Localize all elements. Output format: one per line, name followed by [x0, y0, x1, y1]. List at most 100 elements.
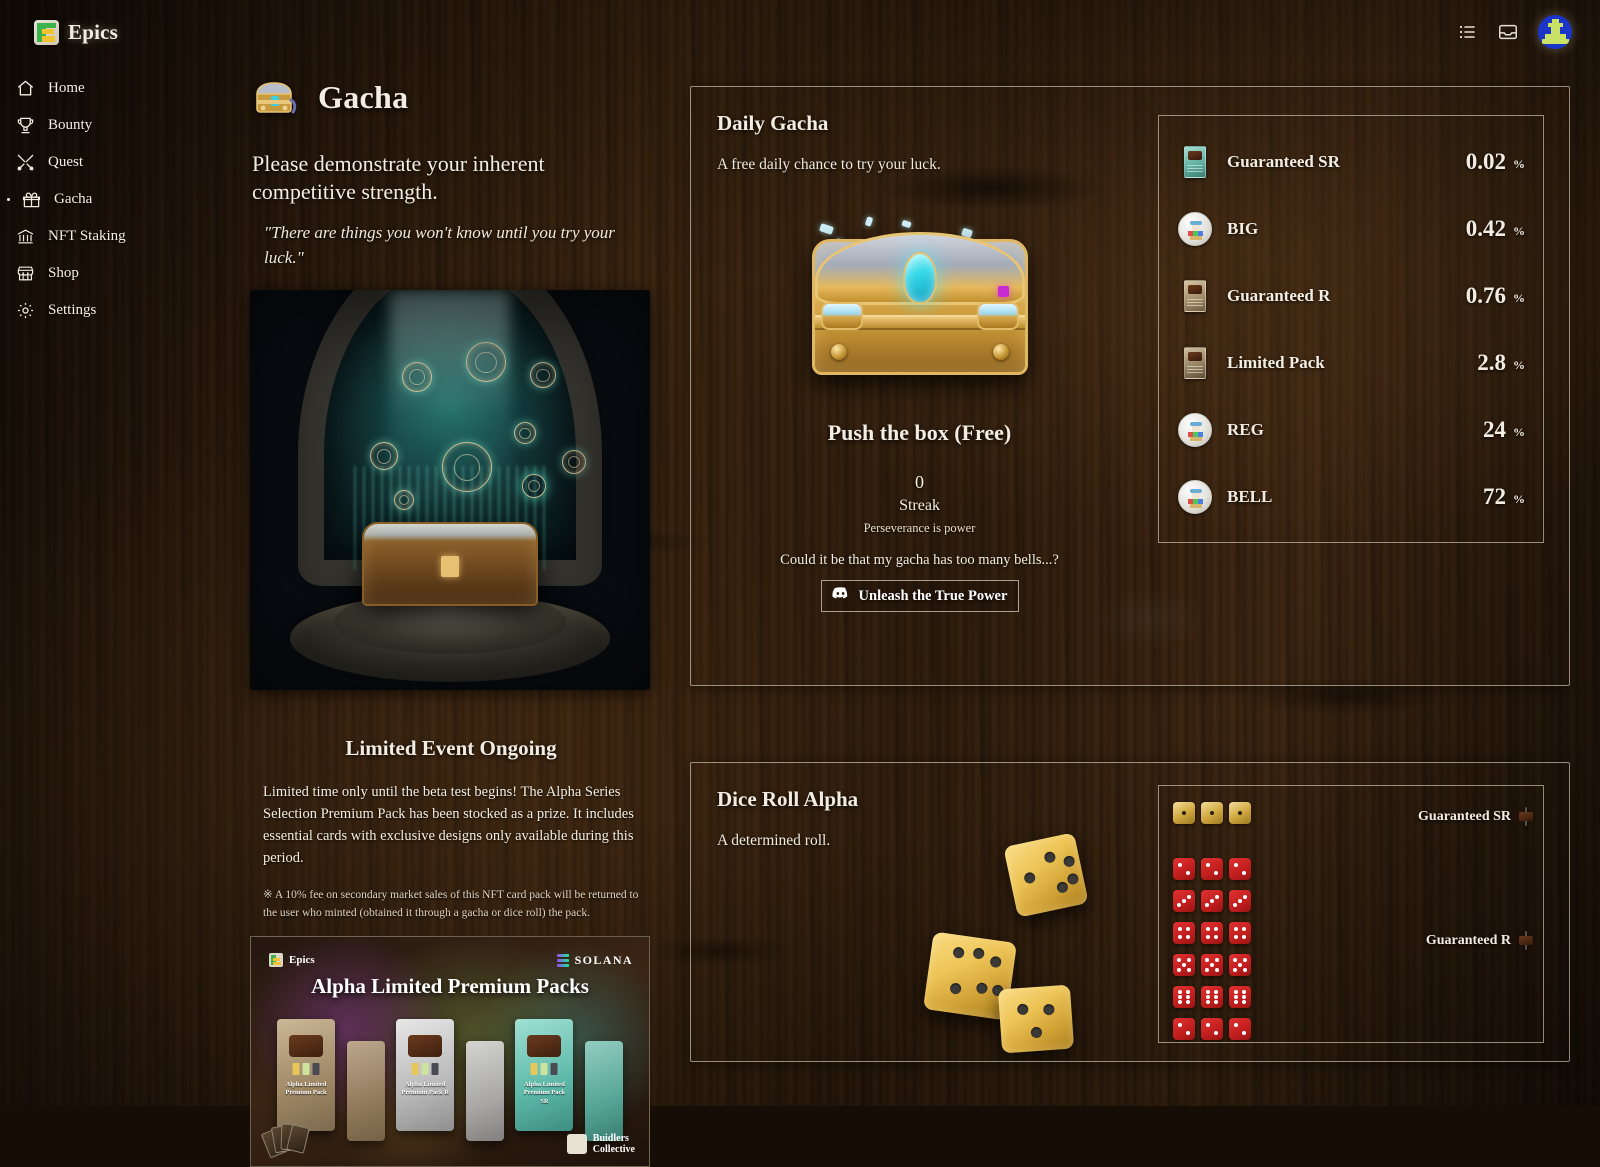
die-5-red-icon [1201, 954, 1223, 976]
die-2-red-icon [1229, 1018, 1251, 1040]
page-title: Gacha [318, 79, 408, 116]
unleash-true-power-button[interactable]: Unleash the True Power [821, 580, 1019, 612]
push-the-box-label[interactable]: Push the box (Free) [691, 420, 1148, 446]
prob-unit: % [1513, 358, 1525, 376]
avatar[interactable] [1538, 15, 1572, 49]
sidebar-item-settings[interactable]: Settings [0, 292, 250, 329]
die-4-red-icon [1173, 922, 1195, 944]
streak-value: 0 [691, 472, 1148, 493]
promo-epics-logo: Epics [269, 953, 315, 967]
promo-collective-label: BuidlersCollective [593, 1133, 635, 1156]
promo-buidlers-collective: BuidlersCollective [567, 1133, 635, 1156]
promo-pack-back [585, 1041, 623, 1141]
dice-combo-row [1173, 890, 1251, 912]
sidebar-item-home[interactable]: Home [0, 70, 250, 107]
sidebar-item-label: NFT Staking [48, 228, 126, 245]
die-3-red-icon [1229, 890, 1251, 912]
dice-image[interactable] [914, 839, 1104, 1049]
prob-unit: % [1513, 425, 1525, 443]
prob-name: Limited Pack [1217, 353, 1477, 373]
shard-icon [864, 216, 872, 226]
die-3d [998, 985, 1074, 1054]
brand-name: Epics [68, 20, 118, 45]
sidebar-item-nft-staking[interactable]: NFT Staking [0, 218, 250, 255]
streak-label: Streak [691, 497, 1148, 515]
inbox-icon[interactable] [1497, 21, 1519, 43]
promo-pack: Alpha Limited Premium Pack SR [515, 1019, 573, 1131]
sidebar-item-label: Shop [48, 265, 79, 282]
die-1-gold-icon [1201, 802, 1223, 824]
prob-unit: % [1513, 157, 1525, 175]
prob-value: 72 [1483, 484, 1506, 510]
promo-pack: Alpha Limited Premium Pack R [396, 1019, 454, 1131]
buidlers-emblem-icon [289, 1035, 323, 1057]
promo-title: Alpha Limited Premium Packs [251, 973, 649, 999]
prob-unit: % [1513, 291, 1525, 309]
dice-roll-panel: Dice Roll Alpha A determined roll. [690, 762, 1570, 1062]
treasure-chest-icon [252, 76, 298, 118]
table-row: Guaranteed R 0.76 % [1159, 262, 1543, 329]
prob-value: 2.8 [1477, 350, 1506, 376]
chest-stud [831, 344, 847, 360]
chest-body [812, 239, 1028, 375]
brand-logo-group[interactable]: Epics [20, 20, 118, 45]
top-bar-actions [1456, 15, 1580, 49]
prob-value: 0.02 [1466, 149, 1506, 175]
sidebar-item-bounty[interactable]: Bounty [0, 107, 250, 144]
streak-tagline: Perseverance is power [691, 521, 1148, 536]
daily-gacha-subtitle: A free daily chance to try your luck. [717, 156, 1122, 174]
die-4-red-icon [1229, 922, 1251, 944]
list-icon[interactable] [1456, 21, 1478, 43]
sidebar-item-label: Home [48, 80, 85, 97]
prob-value: 24 [1483, 417, 1506, 443]
sidebar-item-gacha[interactable]: Gacha [0, 181, 250, 218]
die-6-red-icon [1201, 986, 1223, 1008]
page-header: Gacha [250, 76, 652, 118]
die-1-gold-icon [1229, 802, 1251, 824]
main-content: Gacha Please demonstrate your inherent c… [250, 64, 1600, 1106]
vault-vignette [250, 290, 650, 690]
prob-name: BIG [1217, 219, 1466, 239]
sidebar-item-shop[interactable]: Shop [0, 255, 250, 292]
promo-banner[interactable]: Epics SOLANA Alpha Limited Premium Packs… [250, 936, 650, 1167]
gacha-chest-image[interactable] [802, 217, 1038, 387]
die-2-red-icon [1229, 858, 1251, 880]
active-dot [7, 198, 10, 201]
sidebar-item-label: Gacha [54, 191, 92, 208]
home-icon [14, 78, 36, 100]
coin-bell-icon [1173, 480, 1217, 514]
probability-table: Guaranteed SR 0.02 % BIG 0.42 % [1158, 115, 1544, 543]
die-2-red-icon [1173, 858, 1195, 880]
daily-gacha-title: Daily Gacha [717, 111, 1122, 136]
promo-chain-logo: SOLANA [557, 953, 633, 968]
buidlers-emblem-icon [408, 1035, 442, 1057]
die-1-gold-icon [1173, 802, 1195, 824]
sidebar-item-quest[interactable]: Quest [0, 144, 250, 181]
daily-gacha-panel: Daily Gacha A free daily chance to try y… [690, 86, 1570, 686]
promo-card-fan-icon [265, 1122, 311, 1158]
dice-prize-name: Guaranteed R [1426, 933, 1511, 949]
prob-unit: % [1513, 224, 1525, 242]
die-5-red-icon [1173, 954, 1195, 976]
sidebar: Home Bounty Quest Gacha NFT Staking Shop [0, 64, 250, 1106]
dice-combo-grid [1173, 802, 1251, 1043]
prob-name: Guaranteed R [1217, 286, 1466, 306]
card-pack-sr-icon [1525, 808, 1527, 826]
card-pack-r-icon [1173, 280, 1217, 312]
top-bar: Epics [0, 0, 1600, 64]
magenta-gem-icon [998, 286, 1009, 297]
promo-pack-label: Alpha Limited Premium Pack SR [519, 1081, 569, 1106]
gift-icon [20, 189, 42, 211]
solana-icon [557, 954, 569, 967]
prob-name: BELL [1217, 487, 1483, 507]
limited-event-body: Limited time only until the beta test be… [250, 781, 652, 869]
sidebar-item-label: Settings [48, 302, 96, 319]
dice-combo-row [1173, 954, 1251, 976]
page-lead: Please demonstrate your inherent competi… [250, 150, 652, 205]
dice-combo-table: Guaranteed SR Guaranteed R [1158, 785, 1544, 1043]
promo-chain-label: SOLANA [575, 953, 633, 968]
pack-characters-icon [531, 1063, 558, 1075]
pack-characters-icon [412, 1063, 439, 1075]
die-5-red-icon [1229, 954, 1251, 976]
prob-value-group: 0.76 % [1466, 283, 1525, 309]
